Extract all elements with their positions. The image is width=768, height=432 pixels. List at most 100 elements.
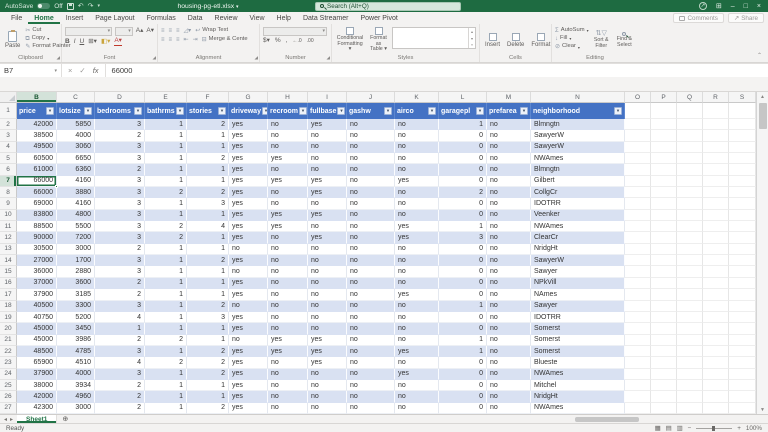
cell[interactable]: no — [487, 232, 531, 243]
cell[interactable] — [703, 289, 729, 300]
cell[interactable]: 4800 — [57, 210, 95, 221]
column-header-I[interactable]: I — [308, 92, 347, 103]
align-middle-icon[interactable]: ≡ — [169, 28, 173, 34]
decrease-decimal-icon[interactable]: .00 — [307, 39, 314, 44]
cell[interactable]: no — [308, 221, 347, 232]
font-dialog-launcher-icon[interactable]: ◢ — [153, 55, 156, 61]
cell[interactable]: 3060 — [57, 142, 95, 153]
cell[interactable]: 83800 — [17, 210, 57, 221]
cell[interactable]: 3450 — [57, 323, 95, 334]
filter-icon[interactable]: ▾ — [476, 107, 484, 115]
cell[interactable] — [703, 357, 729, 368]
cell[interactable]: no — [268, 198, 308, 209]
cell[interactable]: 37000 — [17, 278, 57, 289]
undo-icon[interactable]: ↶ — [78, 3, 84, 10]
cell[interactable] — [677, 221, 703, 232]
cell[interactable] — [703, 176, 729, 187]
insert-cells-button[interactable]: Insert — [483, 26, 502, 54]
percent-format-icon[interactable]: % — [275, 38, 281, 45]
cell[interactable] — [729, 130, 756, 141]
cell[interactable]: no — [395, 187, 439, 198]
cell[interactable]: 1 — [145, 244, 187, 255]
sheet-nav-left-icon[interactable]: ◂ — [4, 416, 7, 423]
cell[interactable] — [729, 278, 756, 289]
cell[interactable] — [625, 403, 651, 414]
cell[interactable]: 2 — [187, 369, 229, 380]
cell[interactable]: 5500 — [57, 221, 95, 232]
column-header-K[interactable]: K — [395, 92, 439, 103]
currency-format-icon[interactable]: $▾ — [263, 38, 270, 45]
cell[interactable]: no — [487, 130, 531, 141]
cell[interactable] — [729, 221, 756, 232]
cell[interactable] — [625, 103, 651, 119]
cell[interactable]: 1700 — [57, 255, 95, 266]
cell[interactable]: yes — [229, 187, 268, 198]
cell[interactable]: no — [347, 221, 395, 232]
cell[interactable]: CollgCr — [531, 187, 625, 198]
cell[interactable] — [729, 323, 756, 334]
select-all-corner[interactable] — [0, 92, 17, 103]
row-header-2[interactable]: 2 — [0, 119, 17, 130]
cell[interactable] — [729, 187, 756, 198]
cell[interactable]: 1 — [145, 153, 187, 164]
cell[interactable]: yes — [229, 119, 268, 130]
cell[interactable] — [729, 301, 756, 312]
cell[interactable]: 2 — [145, 232, 187, 243]
fill-handle[interactable] — [55, 185, 59, 189]
cell[interactable]: yes — [268, 153, 308, 164]
cell[interactable]: 3185 — [57, 289, 95, 300]
cell[interactable] — [651, 357, 677, 368]
fill-color-icon[interactable]: ◧▾ — [101, 39, 110, 46]
cell[interactable] — [625, 346, 651, 357]
row-header-22[interactable]: 22 — [0, 346, 17, 357]
cell[interactable]: 40750 — [17, 312, 57, 323]
number-format-select[interactable] — [263, 27, 327, 36]
wrap-text-button[interactable]: ↩Wrap Text — [195, 27, 228, 34]
enter-icon[interactable]: ✓ — [79, 66, 85, 75]
cell[interactable]: 1 — [145, 119, 187, 130]
tab-page-layout[interactable]: Page Layout — [89, 12, 140, 24]
cell[interactable] — [703, 380, 729, 391]
cell[interactable]: yes — [308, 232, 347, 243]
cell[interactable] — [651, 130, 677, 141]
cell[interactable]: Blmngtn — [531, 119, 625, 130]
cell[interactable]: 61000 — [17, 164, 57, 175]
cell[interactable] — [651, 119, 677, 130]
cell[interactable]: 36000 — [17, 266, 57, 277]
cell[interactable] — [651, 278, 677, 289]
clear-button[interactable]: ⊘Clear ▾ — [555, 43, 589, 50]
paste-button[interactable]: Paste — [3, 26, 22, 54]
scroll-up-icon[interactable]: ▲ — [760, 92, 765, 101]
cell[interactable] — [677, 142, 703, 153]
vertical-scrollbar-thumb[interactable] — [759, 103, 767, 129]
cell[interactable]: 37900 — [17, 369, 57, 380]
cell[interactable]: 1 — [145, 403, 187, 414]
tab-review[interactable]: Review — [209, 12, 244, 24]
cell[interactable]: 4000 — [57, 369, 95, 380]
cell[interactable]: yes — [229, 153, 268, 164]
cell[interactable]: no — [268, 301, 308, 312]
tab-view[interactable]: View — [244, 12, 271, 24]
cell[interactable]: 0 — [439, 403, 487, 414]
alignment-dialog-launcher-icon[interactable]: ◢ — [255, 55, 258, 61]
cell[interactable] — [677, 312, 703, 323]
cell[interactable] — [651, 103, 677, 119]
row-header-25[interactable]: 25 — [0, 380, 17, 391]
cell[interactable] — [625, 198, 651, 209]
sheet-nav-right-icon[interactable]: ▸ — [10, 416, 13, 423]
cell[interactable]: no — [268, 391, 308, 402]
cell[interactable]: no — [487, 153, 531, 164]
cell[interactable]: Veenker — [531, 210, 625, 221]
cell[interactable]: yes — [268, 346, 308, 357]
cell[interactable]: no — [347, 369, 395, 380]
cell[interactable]: no — [268, 323, 308, 334]
cell[interactable]: 1 — [187, 323, 229, 334]
tab-help[interactable]: Help — [271, 12, 297, 24]
cell[interactable]: no — [229, 244, 268, 255]
cell[interactable] — [625, 130, 651, 141]
cell[interactable]: no — [268, 289, 308, 300]
cell[interactable]: yes — [395, 369, 439, 380]
cell[interactable] — [677, 164, 703, 175]
cell[interactable]: 88500 — [17, 221, 57, 232]
cell[interactable]: 0 — [439, 312, 487, 323]
